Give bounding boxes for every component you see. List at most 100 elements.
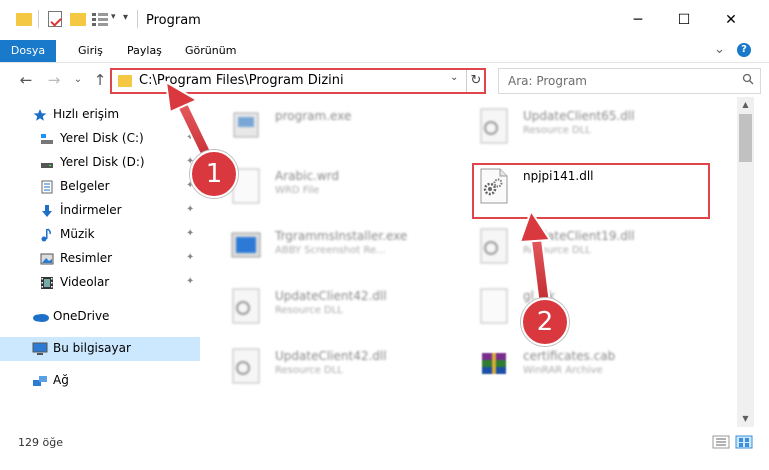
file-item[interactable]: Arabic.wrd WRD File [230,163,470,215]
sidebar-item-label: OneDrive [53,309,110,323]
sidebar-item-label: Yerel Disk (C:) [60,131,144,145]
dll-file-icon [480,108,508,144]
file-item[interactable]: certificates.cab WinRAR Archive [478,343,718,395]
sidebar-item-label: Resimler [60,251,113,265]
file-name: UpdateClient42.dll [275,349,387,363]
drive-icon [41,134,53,144]
file-name: TrgrammsInstaller.exe [275,229,408,243]
cloud-icon [33,314,49,322]
title-divider [38,10,39,28]
download-icon [42,205,52,217]
folder-icon [118,75,132,87]
view-options-dropdown-icon[interactable]: ▾ [111,12,116,22]
dll-file-icon [480,228,508,264]
navigation-pane: Hızlı erişim Yerel Disk (C:) ✦ Yerel Dis… [0,97,200,427]
refresh-button[interactable]: ↻ [466,70,485,92]
tab-view[interactable]: Görünüm [185,40,236,62]
file-type: ABBY Screenshot Re... [275,245,386,256]
sidebar-item-label: İndirmeler [60,203,122,217]
ribbon-expand-icon[interactable]: ⌄ [714,42,725,57]
sidebar-item-label: Hızlı erişim [53,107,120,121]
pin-icon[interactable]: ✦ [186,228,194,239]
file-item[interactable]: UpdateClient19.dll Resource DLL [478,223,718,275]
file-item[interactable]: program.exe [230,103,470,155]
file-type: WRD File [275,185,320,196]
sidebar-item-network[interactable]: Ağ [0,369,200,393]
videos-icon [41,277,53,289]
callout-1: 1 [190,150,238,198]
file-item[interactable]: UpdateClient65.dll Resource DLL [478,103,718,155]
folder-icon [16,13,32,26]
file-type: Resource DLL [275,305,343,316]
customize-toolbar-icon[interactable]: ▾ [123,12,128,23]
sidebar-item-quick-access[interactable]: Hızlı erişim [0,103,200,127]
forward-button[interactable]: → [44,69,64,91]
pin-icon[interactable]: ✦ [186,204,194,215]
sidebar-item-label: Bu bilgisayar [53,341,131,355]
pin-icon[interactable]: ✦ [186,276,194,287]
highlight-box [472,163,710,219]
star-icon [33,109,47,121]
item-count: 129 öğe [18,436,63,449]
sidebar-item-label: Belgeler [60,179,110,193]
close-button[interactable]: ✕ [708,0,754,40]
back-button[interactable]: ← [16,69,36,91]
scroll-down-icon[interactable]: ▼ [737,411,754,427]
address-dropdown-icon[interactable]: ⌄ [450,72,458,83]
address-bar[interactable]: C:\Program Files\Program Dizini ⌄ ↻ [110,68,486,94]
view-toggle-icons[interactable] [712,435,756,449]
vertical-scrollbar[interactable]: ▲ ▼ [737,97,754,427]
file-item[interactable]: gl..ck [478,283,718,335]
computer-icon [32,342,48,355]
file-type: Resource DLL [523,125,591,136]
file-type: WinRAR Archive [523,365,603,376]
sidebar-item-downloads[interactable]: İndirmeler ✦ [0,199,200,223]
sidebar-item-documents[interactable]: Belgeler ✦ [0,175,200,199]
scroll-thumb[interactable] [739,114,752,162]
file-name: UpdateClient65.dll [523,109,635,123]
title-bar: ▾ ▾ Program ─ ☐ ✕ [0,0,769,40]
maximize-button[interactable]: ☐ [661,0,707,40]
file-name: UpdateClient42.dll [275,289,387,303]
pin-icon[interactable]: ✦ [186,252,194,263]
pictures-icon [40,253,54,265]
dll-file-icon [232,348,260,384]
help-icon[interactable]: ? [737,43,751,57]
up-button[interactable]: ↑ [90,69,110,91]
sidebar-item-pictures[interactable]: Resimler ✦ [0,247,200,271]
file-type: Resource DLL [275,365,343,376]
properties-icon[interactable] [48,11,62,27]
music-icon [41,228,51,242]
search-input[interactable]: Ara: Program [498,68,761,94]
file-icon [480,288,508,324]
file-item[interactable]: UpdateClient42.dll Resource DLL [230,343,470,395]
minimize-button[interactable]: ─ [615,0,661,40]
sidebar-item-label: Videolar [60,275,110,289]
sidebar-item-label: Müzik [60,227,95,241]
tab-file[interactable]: Dosya [0,40,56,62]
new-folder-icon[interactable] [70,13,86,26]
exe-file-icon [233,112,259,138]
sidebar-item-videos[interactable]: Videolar ✦ [0,271,200,295]
ribbon-tabs: Dosya Giriş Paylaş Görünüm ⌄ ? [0,40,769,63]
pin-icon[interactable]: ✦ [186,132,194,143]
file-type: Resource DLL [523,245,591,256]
archive-file-icon [482,353,506,374]
recent-locations-button[interactable]: ⌄ [68,69,88,91]
sidebar-item-local-disk-d[interactable]: Yerel Disk (D:) ✦ [0,151,200,175]
tab-home[interactable]: Giriş [78,40,103,62]
sidebar-item-label: Ağ [53,373,69,387]
file-name: program.exe [275,109,352,123]
view-options-icon[interactable] [92,12,108,26]
sidebar-item-music[interactable]: Müzik ✦ [0,223,200,247]
sidebar-item-onedrive[interactable]: OneDrive [0,305,200,329]
sidebar-item-this-pc[interactable]: Bu bilgisayar [0,337,200,361]
scroll-up-icon[interactable]: ▲ [737,97,754,113]
address-row: ← → ⌄ ↑ C:\Program Files\Program Dizini … [0,63,769,97]
file-item[interactable]: TrgrammsInstaller.exe ABBY Screenshot Re… [230,223,470,275]
address-path[interactable]: C:\Program Files\Program Dizini [139,73,344,88]
sidebar-item-local-disk-c[interactable]: Yerel Disk (C:) ✦ [0,127,200,151]
file-item[interactable]: UpdateClient42.dll Resource DLL [230,283,470,335]
callout-2: 2 [521,298,569,346]
tab-share[interactable]: Paylaş [127,40,162,62]
